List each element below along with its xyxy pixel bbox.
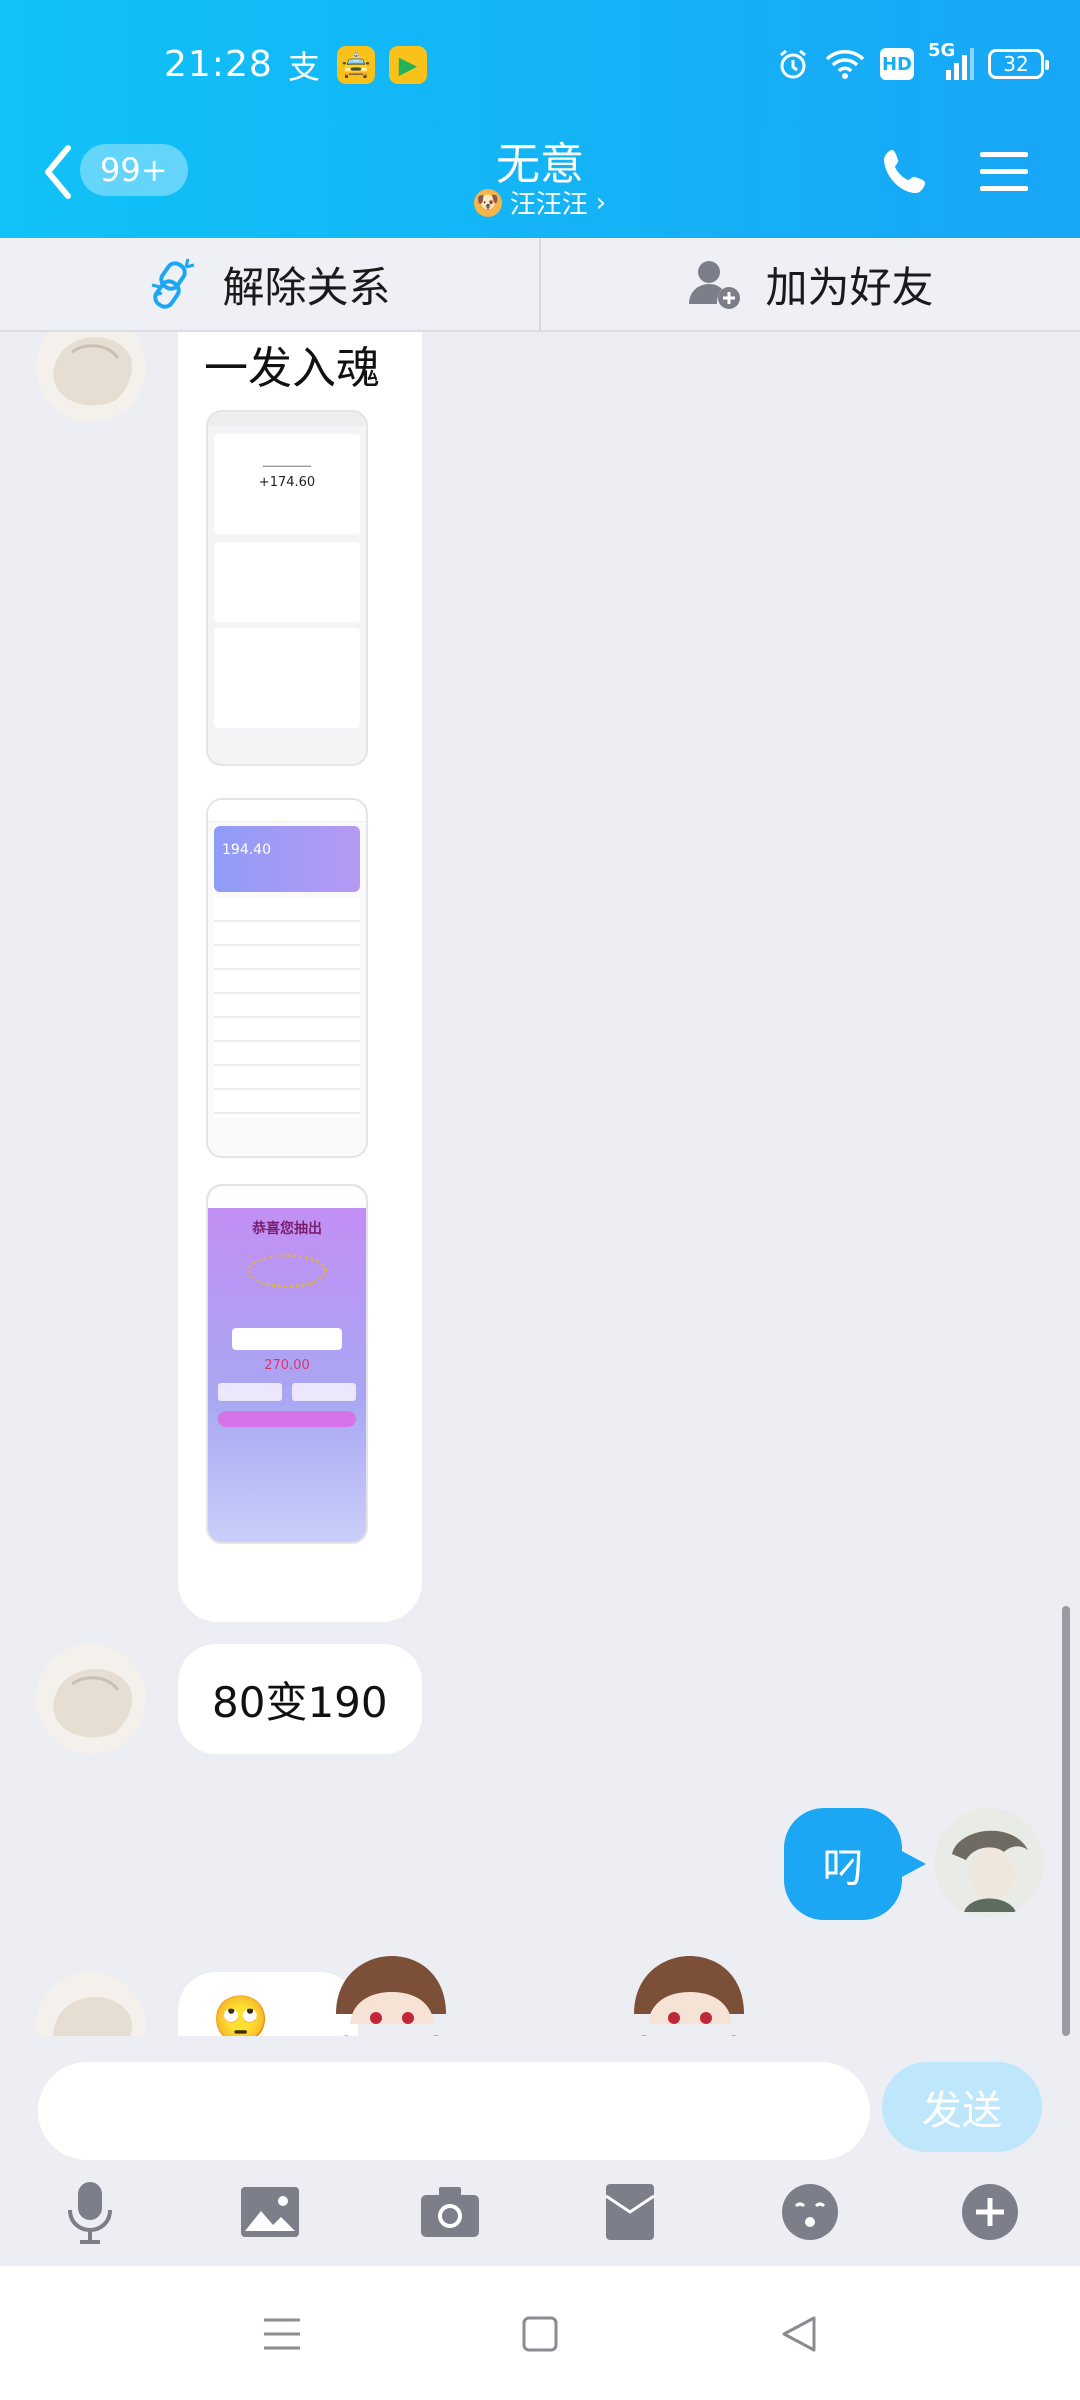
- input-area: 发送: [0, 2036, 1080, 2266]
- status-indicators: HD 5G 32: [776, 40, 1049, 84]
- add-friend-label: 加为好友: [765, 262, 934, 312]
- relationship-actions: 解除关系 加为好友: [0, 238, 1080, 332]
- recent-apps-icon[interactable]: [258, 2310, 306, 2358]
- menu-icon[interactable]: [978, 148, 1030, 196]
- signal-icon: 5G: [928, 40, 974, 84]
- chat-area[interactable]: 一发入魂 ━━━━━━━━━━ +174.60 194.40 恭喜您抽出 270…: [0, 332, 1080, 2042]
- network-label: 5G: [928, 40, 956, 61]
- dog-avatar-icon: 🐶: [473, 188, 502, 217]
- bubble-tail: [900, 1850, 926, 1878]
- contact-avatar[interactable]: [36, 332, 146, 422]
- message-text: 80变190: [212, 1677, 388, 1727]
- camera-icon[interactable]: [418, 2180, 482, 2244]
- unlink-label: 解除关系: [222, 262, 391, 312]
- add-friend-icon: [689, 261, 741, 309]
- message-text: 🙄🙄: [212, 1992, 270, 2042]
- plus-icon[interactable]: [958, 2180, 1022, 2244]
- message-input[interactable]: [38, 2062, 870, 2160]
- hd-badge: HD: [880, 48, 914, 80]
- system-nav-bar: [0, 2266, 1080, 2400]
- home-icon[interactable]: [516, 2310, 564, 2358]
- alipay-icon: 支: [287, 48, 320, 86]
- message-image[interactable]: 恭喜您抽出 270.00: [206, 1184, 368, 1544]
- status-time: 21:28: [164, 44, 273, 85]
- contact-avatar[interactable]: [36, 1972, 146, 2042]
- send-button[interactable]: 发送: [882, 2062, 1042, 2152]
- message-image[interactable]: 194.40: [206, 798, 368, 1158]
- message-image[interactable]: ━━━━━━━━━━ +174.60: [206, 410, 368, 766]
- prize-heading: 恭喜您抽出: [252, 1221, 322, 1237]
- add-friend-button[interactable]: 加为好友: [539, 238, 1080, 330]
- my-avatar[interactable]: [934, 1808, 1044, 1918]
- message-text: 一发入魂: [204, 343, 380, 394]
- microphone-icon[interactable]: [58, 2180, 122, 2244]
- battery-indicator: 32: [988, 49, 1049, 79]
- my-message-bubble[interactable]: 叼: [784, 1808, 902, 1920]
- prize-amount: 270.00: [264, 1358, 310, 1373]
- emoji-icon[interactable]: [778, 2180, 842, 2244]
- phone-call-icon[interactable]: [880, 146, 932, 198]
- alarm-icon: [776, 44, 810, 84]
- contact-avatar[interactable]: [36, 1644, 146, 1754]
- decorative-character-right: [632, 1956, 746, 2042]
- status-app-icons: 支 🚖 ▶: [285, 46, 427, 86]
- image-icon[interactable]: [238, 2180, 302, 2244]
- wifi-icon: [824, 44, 866, 84]
- top-bar: 21:28 支 🚖 ▶ HD 5G 32 99+ 无意 🐶 汪汪汪 ›: [0, 0, 1080, 238]
- taxi-app-icon: 🚖: [337, 46, 375, 84]
- unlink-icon: [152, 258, 195, 309]
- chat-scrollbar[interactable]: [1062, 1606, 1070, 2036]
- chevron-right-icon: ›: [595, 187, 607, 218]
- transaction-amount: +174.60: [258, 475, 316, 490]
- decorative-character-left: [334, 1956, 448, 2042]
- balance-amount: 194.40: [222, 842, 271, 858]
- back-nav-icon[interactable]: [776, 2310, 824, 2358]
- message-bubble[interactable]: 80变190: [178, 1644, 422, 1754]
- unlink-button[interactable]: 解除关系: [0, 238, 539, 330]
- subtitle-text: 汪汪汪: [509, 190, 588, 220]
- red-packet-icon[interactable]: [598, 2180, 662, 2244]
- message-text: 叼: [821, 1842, 864, 1892]
- video-app-icon: ▶: [389, 46, 427, 84]
